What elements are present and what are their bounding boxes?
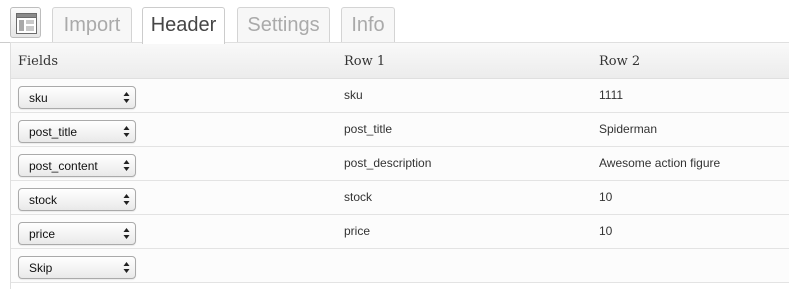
table-row: Skip [11, 249, 789, 283]
field-select[interactable]: post_content [18, 154, 136, 177]
tab-import[interactable]: Import [52, 7, 132, 43]
row-2-value: 10 [599, 190, 613, 204]
field-select[interactable]: price [18, 222, 136, 245]
table-header-row: Fields Row 1 Row 2 [11, 43, 789, 79]
column-header-row-1: Row 1 [344, 54, 386, 69]
table-row: post_content post_description Awesome ac… [11, 147, 789, 181]
up-down-arrows-icon [123, 126, 130, 137]
row-1-value: stock [344, 190, 373, 204]
field-select-value: post_title [29, 125, 78, 139]
row-1-value: post_description [344, 156, 432, 170]
field-select[interactable]: sku [18, 86, 136, 109]
table-row: sku sku 1111 [11, 79, 789, 113]
row-1-value: price [344, 224, 371, 238]
up-down-arrows-icon [123, 228, 130, 239]
row-2-value: Spiderman [599, 122, 658, 136]
row-1-value: post_title [344, 122, 393, 136]
table-row: price price 10 [11, 215, 789, 249]
row-1-value: sku [344, 88, 363, 102]
column-header-row-2: Row 2 [599, 54, 641, 69]
table-row: stock stock 10 [11, 181, 789, 215]
tab-header[interactable]: Header [142, 7, 225, 44]
up-down-arrows-icon [123, 92, 130, 103]
header-mapping-table: Fields Row 1 Row 2 sku sku 1111 post_tit… [10, 42, 789, 289]
field-select[interactable]: stock [18, 188, 136, 211]
field-select-value: sku [29, 91, 48, 105]
up-down-arrows-icon [123, 262, 130, 273]
field-select[interactable]: post_title [18, 120, 136, 143]
up-down-arrows-icon [123, 194, 130, 205]
table-row: post_title post_title Spiderman [11, 113, 789, 147]
tab-info[interactable]: Info [341, 7, 395, 43]
field-select-value: post_content [29, 159, 98, 173]
field-select-value: stock [29, 193, 58, 207]
field-select[interactable]: Skip [18, 256, 136, 279]
row-2-value: 10 [599, 224, 613, 238]
row-2-value: 1111 [599, 88, 624, 102]
tab-settings[interactable]: Settings [237, 7, 330, 43]
column-header-fields: Fields [18, 54, 59, 69]
up-down-arrows-icon [123, 160, 130, 171]
row-2-value: Awesome action figure [599, 156, 721, 170]
tab-bar: Import Header Settings Info [0, 0, 789, 44]
field-select-value: Skip [29, 261, 53, 275]
plugin-screen-icon [10, 7, 41, 38]
field-select-value: price [29, 227, 56, 241]
